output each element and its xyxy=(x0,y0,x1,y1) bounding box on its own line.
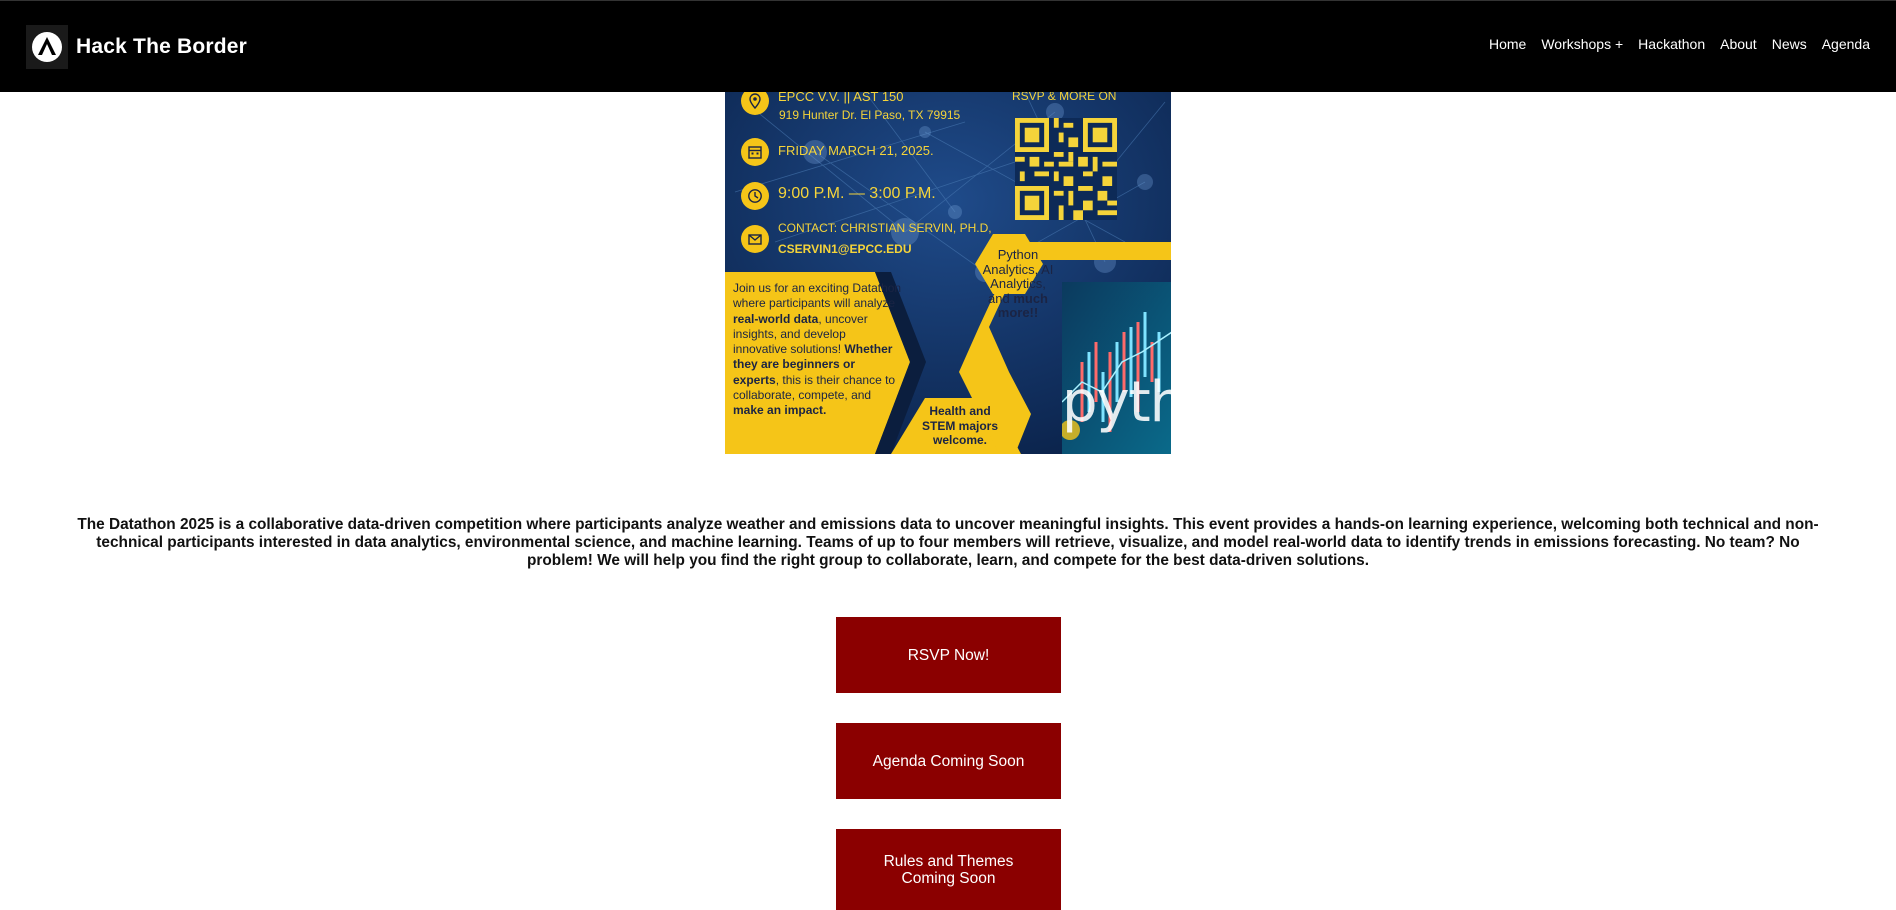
nav-hackathon[interactable]: Hackathon xyxy=(1638,36,1705,52)
flyer-date: FRIDAY MARCH 21, 2025. xyxy=(778,143,934,158)
calendar-icon xyxy=(741,138,769,166)
body-text-6: make an impact. xyxy=(733,403,827,418)
qr-code-icon xyxy=(1015,118,1117,220)
hex-health-text: Health and STEM majors welcome. xyxy=(921,404,999,447)
body-text-2: real-world data xyxy=(733,311,819,326)
datathon-flyer: EPCC V.V. || AST 150 919 Hunter Dr. El P… xyxy=(725,92,1171,454)
flyer-body-text: Join us for an exciting Datathon where p… xyxy=(733,281,903,419)
nav-workshops[interactable]: Workshops + xyxy=(1541,36,1623,52)
mail-icon xyxy=(741,225,769,253)
page: Hack The Border Home Workshops + Hackath… xyxy=(0,0,1896,910)
rules-line2: Coming Soon xyxy=(901,869,996,887)
nav-about[interactable]: About xyxy=(1720,36,1757,52)
clock-icon xyxy=(741,182,769,210)
logo-icon xyxy=(26,25,68,69)
brand-name: Hack The Border xyxy=(76,35,248,58)
rules-line1: Rules and Themes xyxy=(883,852,1014,870)
nav-news[interactable]: News xyxy=(1772,36,1807,52)
event-description: The Datathon 2025 is a collaborative dat… xyxy=(77,516,1819,570)
nav-home[interactable]: Home xyxy=(1489,36,1526,52)
nav-agenda[interactable]: Agenda xyxy=(1822,36,1870,52)
agenda-coming-soon-button[interactable]: Agenda Coming Soon xyxy=(836,723,1061,799)
flyer-time: 9:00 P.M. — 3:00 P.M. xyxy=(778,185,936,202)
brand[interactable]: Hack The Border xyxy=(26,24,247,70)
hex-python-text: Python Analytics, AI Analytics, and much… xyxy=(980,247,1056,321)
main-nav: Home Workshops + Hackathon About News Ag… xyxy=(1489,36,1870,52)
flyer-contact-line2: CSERVIN1@EPCC.EDU xyxy=(778,242,912,256)
flyer-rsvp-more: RSVP & MORE ON xyxy=(1012,92,1117,103)
rsvp-button[interactable]: RSVP Now! xyxy=(836,617,1061,693)
python-wordmark: pytho xyxy=(1062,370,1171,435)
flyer-contact-line1: CONTACT: CHRISTIAN SERVIN, PH.D, xyxy=(778,221,992,235)
flyer-location-line2: 919 Hunter Dr. El Paso, TX 79915 xyxy=(779,108,961,122)
top-navbar: Hack The Border Home Workshops + Hackath… xyxy=(0,0,1896,92)
flyer-location-line1: EPCC V.V. || AST 150 xyxy=(778,92,904,104)
body-text-1: Join us for an exciting Datathon where p… xyxy=(733,281,902,311)
rules-themes-button[interactable]: Rules and Themes Coming Soon xyxy=(836,829,1061,910)
